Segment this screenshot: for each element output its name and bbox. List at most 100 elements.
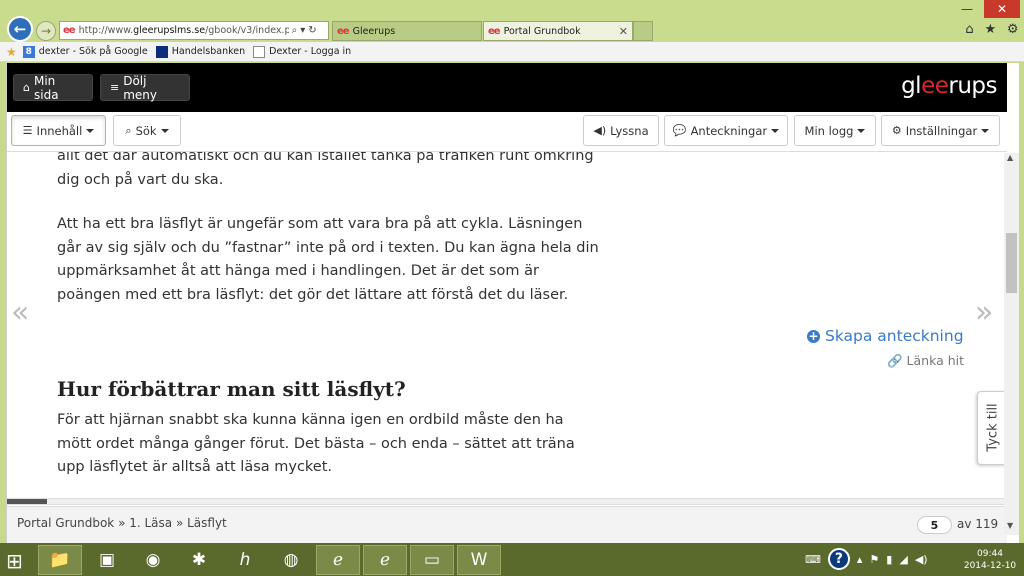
window-titlebar [0,0,1024,20]
settings-gear-icon[interactable]: ⚙ [1007,22,1019,37]
dropdown-icon[interactable]: ▾ [300,25,305,36]
previous-page-button[interactable]: « [11,295,29,330]
scroll-up-icon[interactable]: ▲ [1007,153,1013,162]
breadcrumb[interactable]: Portal Grundbok » 1. Läsa » Läsflyt [17,516,227,530]
sok-dropdown[interactable]: ⌕ Sök [113,115,181,146]
home-icon: ⌂ [23,81,30,94]
gear-icon: ⚙ [891,124,902,137]
tyck-till-tab[interactable]: Tyck till [977,391,1007,465]
url-prefix: http://www. [78,25,134,36]
home-icon[interactable]: ⌂ [965,22,973,37]
address-bar[interactable]: ee http://www.gleerupslms.se/gbook/v3/in… [59,21,329,40]
network-icon[interactable]: ▮ [886,553,892,566]
innehall-dropdown[interactable]: ☰ Innehåll [11,115,106,146]
min-sida-button[interactable]: ⌂ Min sida [13,73,93,102]
web-page: ⌂ Min sida ≡ Dölj meny gleerups ☰ Innehåll … [6,63,1019,543]
favorites-bar: ★ 8 dexter - Sök på Google Handelsbanken … [0,42,1024,62]
search-icon[interactable]: ⌕ [292,25,298,36]
gleerups-logo[interactable]: gleerups [901,73,997,99]
favorite-google[interactable]: 8 dexter - Sök på Google [22,45,148,58]
back-button[interactable]: ← [7,16,33,42]
book-content: allt det där automatiskt och du kan istä… [7,152,1007,495]
photos-icon[interactable]: ✱ [177,545,221,575]
bank-icon [155,45,168,58]
url-text[interactable]: http://www.gleerupslms.se/gbook/v3/index… [79,25,289,36]
flag-icon[interactable]: ⚑ [869,553,879,566]
keyboard-icon[interactable]: ⌨ [805,553,821,566]
favorite-label: Dexter - Logga in [269,46,352,57]
page-number-input[interactable]: 5 [917,516,952,534]
back-arrow-icon: ← [13,20,27,38]
close-window-button[interactable]: ✕ [984,0,1020,18]
url-path: /gbook/v3/index.php?id= [205,25,289,36]
installningar-label: Inställningar [905,123,978,138]
remote-desktop-icon[interactable]: ▭ [410,545,454,575]
skapa-anteckning-label: Skapa anteckning [825,327,964,345]
page-icon [253,45,266,58]
tab-gleerups[interactable]: ee Gleerups [332,21,482,41]
list-icon: ☰ [22,124,33,137]
favorites-star-icon[interactable]: ★ [6,45,17,59]
show-hidden-icons-icon[interactable]: ▴ [857,553,863,566]
dolj-meny-button[interactable]: ≡ Dölj meny [100,74,190,102]
caret-down-icon [771,128,780,133]
plus-circle-icon: + [807,328,820,343]
firefox-icon[interactable]: ◍ [269,545,313,575]
caret-down-icon [160,128,169,133]
media-player-icon[interactable]: ◉ [131,545,175,575]
favorites-star-icon[interactable]: ★ [984,22,996,37]
lyssna-label: Lyssna [610,123,649,138]
forward-button[interactable]: → [36,21,56,41]
lanka-hit-label: Länka hit [906,353,965,368]
tab-label: Gleerups [352,25,396,37]
skapa-anteckning-link[interactable]: + Skapa anteckning [807,327,964,345]
system-tray: ⌨ ? ▴ ⚑ ▮ ◢ ◀) [805,548,928,570]
lyssna-button[interactable]: ◀) Lyssna [583,115,659,146]
top-navigation: ⌂ Min sida ≡ Dölj meny gleerups [7,63,1007,112]
anteckningar-dropdown[interactable]: 💬 Anteckningar [664,115,788,146]
windows-start-icon[interactable]: ⊞ [6,549,23,573]
paragraph: allt det där automatiskt och du kan istä… [57,152,594,188]
refresh-icon[interactable]: ↻ [308,25,316,36]
favorite-dexter[interactable]: Dexter - Logga in [253,45,352,58]
scroll-thumb[interactable] [1006,233,1017,293]
min-logg-dropdown[interactable]: Min logg [794,115,876,146]
tab-favicon-icon: ee [337,25,350,37]
internet-explorer-icon[interactable]: ℯ [363,545,407,575]
lanka-hit-link[interactable]: 🔗 Länka hit [887,353,964,369]
link-icon: 🔗 [887,353,907,368]
comment-icon: 💬 [672,124,687,137]
anteckningar-label: Anteckningar [690,123,768,138]
help-icon[interactable]: ? [827,548,850,570]
page-total: av 119 [957,517,999,531]
tab-portal-grundbok[interactable]: ee Portal Grundbok ✕ [483,21,633,41]
favorite-label: Handelsbanken [171,46,246,57]
windows-taskbar: ⊞ 📁 ▣ ◉ ✱ ℎ ◍ ℯ ℯ ▭ W ⌨ ? ▴ ⚑ ▮ ◢ ◀) 09:… [0,543,1024,576]
taskbar-clock[interactable]: 09:44 2014-12-10 [960,548,1020,572]
new-tab-button[interactable] [633,21,653,41]
section-heading: Hur förbättrar man sitt läsflyt? [57,377,406,401]
paragraph: För att hjärnan snabbt ska kunna känna i… [57,412,575,475]
installningar-dropdown[interactable]: ⚙ Inställningar [881,115,1000,146]
store-icon[interactable]: ▣ [85,545,129,575]
vertical-scrollbar[interactable]: ▲ ▼ [1004,153,1019,535]
paragraph: Att ha ett bra läsflyt är ungefär som at… [57,216,599,303]
min-sida-label: Min sida [33,73,59,102]
internet-explorer-icon[interactable]: ℯ [316,545,360,575]
tab-label: Portal Grundbok [503,25,581,37]
footer-bar: Portal Grundbok » 1. Läsa » Läsflyt 5 av… [7,506,1007,543]
next-page-button[interactable]: » [975,295,993,330]
word-icon[interactable]: W [457,545,501,575]
favorite-label: dexter - Sök på Google [38,46,148,57]
clock-time: 09:44 [977,549,1003,559]
hp-icon[interactable]: ℎ [223,545,267,575]
file-explorer-icon[interactable]: 📁 [38,545,82,575]
signal-icon[interactable]: ◢ [899,553,907,566]
forward-arrow-icon: → [40,24,52,38]
favorite-handelsbanken[interactable]: Handelsbanken [155,45,246,58]
volume-icon[interactable]: ◀) [915,553,928,566]
minimize-button[interactable]: — [956,0,978,18]
scroll-down-icon[interactable]: ▼ [1007,521,1013,530]
tab-close-icon[interactable]: ✕ [619,25,628,38]
logo-part: rups [948,73,997,99]
